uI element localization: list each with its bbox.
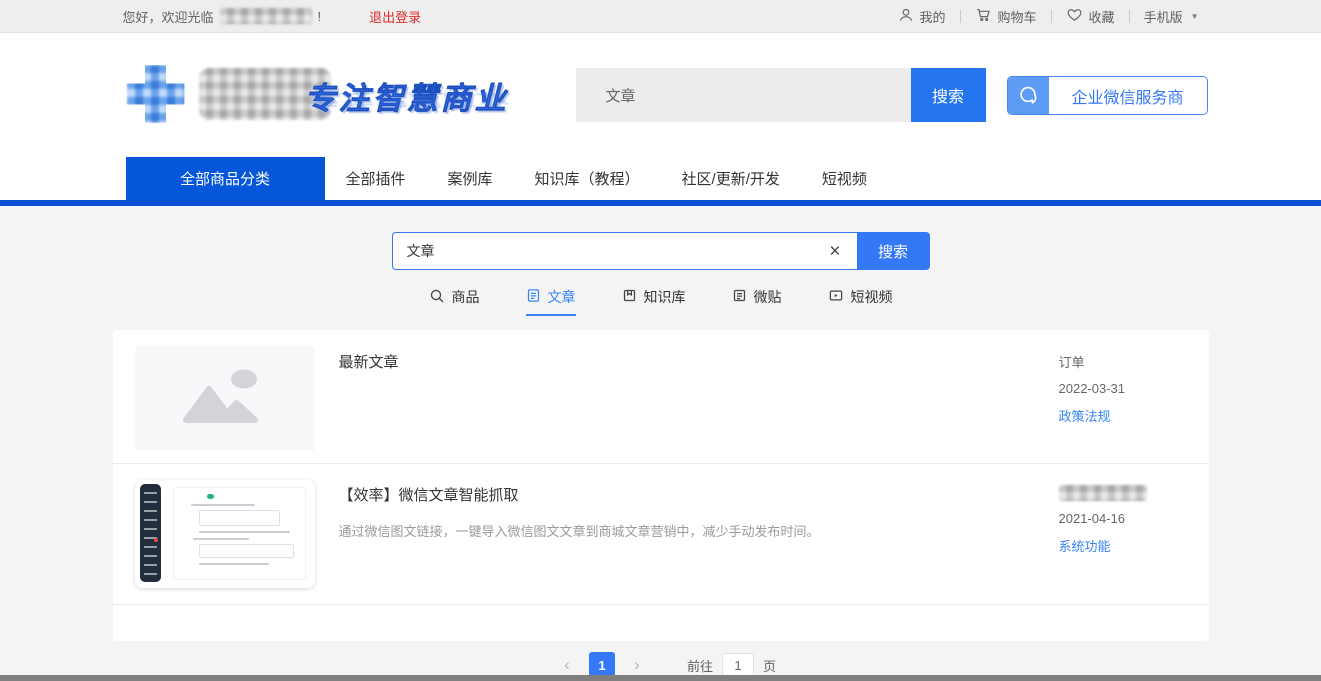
header-search-input[interactable]: [576, 68, 911, 122]
logo-text-masked: [199, 68, 331, 120]
results-list: 最新文章 订单 2022-03-31 政策法规: [113, 330, 1209, 641]
main-nav: 全部商品分类 全部插件 案例库 知识库（教程） 社区/更新/开发 短视频: [0, 157, 1321, 200]
tab-articles-label: 文章: [548, 287, 576, 307]
image-placeholder-icon: [178, 364, 272, 433]
user-icon: [898, 7, 914, 26]
tab-videos[interactable]: 短视频: [828, 287, 893, 316]
page-unit-label: 页: [763, 656, 776, 675]
slogan: 专注智慧商业 专注智慧商业: [305, 73, 495, 159]
topbar: 您好，欢迎光临 ! 退出登录 我的 购物车 收藏 手机版 ▼: [0, 0, 1321, 33]
tab-products[interactable]: 商品: [429, 287, 480, 316]
knowledge-icon: [622, 288, 637, 306]
result-title[interactable]: 最新文章: [339, 351, 1039, 372]
clear-search-icon[interactable]: ×: [819, 242, 850, 261]
post-icon: [732, 288, 747, 306]
mobile-version-dropdown[interactable]: 手机版 ▼: [1144, 7, 1199, 26]
nav-item-case-library[interactable]: 案例库: [427, 157, 514, 200]
goto-label: 前往: [687, 656, 713, 675]
tab-articles[interactable]: 文章: [526, 287, 576, 316]
current-page-button[interactable]: 1: [589, 652, 615, 675]
search-section: × 搜索: [392, 232, 930, 270]
next-page-button[interactable]: ›: [624, 652, 650, 675]
result-row-2[interactable]: 【效率】微信文章智能抓取 通过微信图文链接，一键导入微信图文文章到商城文章营销中…: [113, 464, 1209, 605]
divider: [960, 10, 961, 23]
result-meta: 订单 2022-03-31 政策法规: [1059, 346, 1187, 451]
nav-item-all-plugins[interactable]: 全部插件: [325, 157, 427, 200]
result-date: 2021-04-16: [1059, 511, 1126, 526]
thumbnail-detail: [207, 494, 214, 499]
main-content: × 搜索 商品 文章 知识库 微贴 短视频: [0, 206, 1321, 675]
masked-author: [1059, 485, 1147, 501]
page-number-input[interactable]: [722, 653, 754, 676]
tab-products-label: 商品: [452, 287, 480, 307]
thumbnail-detail: [199, 544, 295, 558]
search-input[interactable]: [407, 243, 820, 259]
chevron-down-icon: ▼: [1191, 12, 1199, 21]
result-category-link[interactable]: 系统功能: [1059, 536, 1111, 555]
logout-link[interactable]: 退出登录: [369, 7, 421, 26]
thumbnail-detail: [199, 510, 281, 526]
result-meta: 2021-04-16 系统功能: [1059, 479, 1187, 589]
cart-icon: [975, 6, 992, 26]
wecom-label: 企业微信服务商: [1049, 77, 1207, 114]
mobile-version-label: 手机版: [1144, 7, 1183, 26]
video-icon: [828, 288, 844, 306]
prev-page-button[interactable]: ‹: [554, 652, 580, 675]
search-button[interactable]: 搜索: [857, 232, 930, 270]
my-account-link[interactable]: 我的: [898, 7, 946, 26]
my-account-label: 我的: [920, 7, 946, 26]
thumbnail-detail: [193, 538, 249, 540]
thumbnail-detail: [199, 563, 269, 565]
header: 专注智慧商业 专注智慧商业 搜索 企业微信服务商: [0, 33, 1321, 157]
result-tabs: 商品 文章 知识库 微贴 短视频: [0, 287, 1321, 316]
search-input-wrap: ×: [392, 232, 857, 270]
cart-link[interactable]: 购物车: [975, 6, 1037, 26]
result-thumbnail-placeholder: [135, 346, 315, 451]
search-icon: [429, 288, 445, 307]
header-search-button[interactable]: 搜索: [911, 68, 986, 122]
nav-item-short-video[interactable]: 短视频: [801, 157, 888, 200]
greeting: 您好，欢迎光临 ! 退出登录: [123, 7, 422, 26]
favorites-link[interactable]: 收藏: [1066, 6, 1115, 26]
nav-item-community[interactable]: 社区/更新/开发: [661, 157, 801, 200]
result-category-link[interactable]: 政策法规: [1059, 406, 1111, 425]
tab-knowledge[interactable]: 知识库: [622, 287, 686, 316]
divider: [1051, 10, 1052, 23]
wecom-chat-icon: [1008, 77, 1049, 114]
article-icon: [526, 288, 541, 306]
tab-posts-label: 微贴: [754, 287, 782, 307]
result-description: 通过微信图文链接，一键导入微信图文文章到商城文章营销中，减少手动发布时间。: [339, 522, 1039, 542]
result-date: 2022-03-31: [1059, 381, 1126, 396]
header-search: 搜索: [576, 68, 986, 122]
tab-videos-label: 短视频: [851, 287, 893, 307]
thumbnail-detail: [173, 487, 306, 580]
tab-knowledge-label: 知识库: [644, 287, 686, 307]
bottom-strip: [0, 675, 1321, 681]
greeting-prefix: 您好，欢迎光临: [123, 7, 214, 26]
greeting-suffix: !: [318, 9, 322, 24]
site-logo[interactable]: [127, 65, 331, 123]
divider: [1129, 10, 1130, 23]
thumbnail-detail: [140, 484, 161, 582]
nav-item-knowledge-base[interactable]: 知识库（教程）: [514, 157, 661, 200]
logo-mark-masked: [127, 65, 185, 123]
masked-username: [220, 8, 312, 24]
topbar-links: 我的 购物车 收藏 手机版 ▼: [898, 6, 1199, 26]
pagination: ‹ 1 › 前往 页: [0, 652, 1321, 675]
result-row-1[interactable]: 最新文章 订单 2022-03-31 政策法规: [113, 330, 1209, 464]
slogan-reflection: 专注智慧商业: [305, 89, 495, 114]
slogan-text: 专注智慧商业: [305, 73, 495, 118]
meta-order-label: 订单: [1059, 352, 1085, 371]
thumbnail-detail: [191, 504, 255, 506]
cart-label: 购物车: [998, 7, 1037, 26]
nav-item-all-categories[interactable]: 全部商品分类: [126, 157, 325, 200]
wecom-service-button[interactable]: 企业微信服务商: [1007, 76, 1208, 115]
result-title[interactable]: 【效率】微信文章智能抓取: [339, 484, 1039, 505]
result-thumbnail-screenshot: [135, 479, 315, 589]
favorites-label: 收藏: [1089, 7, 1115, 26]
heart-icon: [1066, 6, 1083, 26]
thumbnail-detail: [199, 531, 290, 533]
tab-posts[interactable]: 微贴: [732, 287, 782, 316]
